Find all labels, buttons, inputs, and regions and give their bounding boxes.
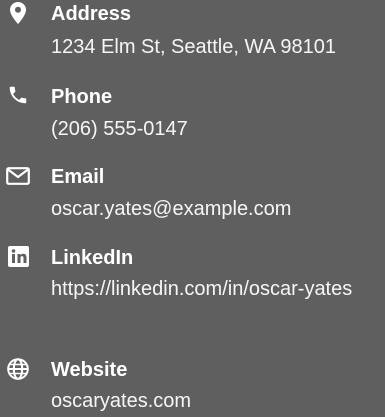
address-title: Address [51, 3, 132, 25]
linkedin-value[interactable]: https://linkedin.com/in/oscar-yates [51, 274, 371, 305]
linkedin-icon [5, 243, 31, 269]
contact-list: Address 1234 Elm St, Seattle, WA 98101 P… [0, 0, 385, 417]
email-title: Email [51, 166, 105, 188]
address-value: 1234 Elm St, Seattle, WA 98101 [51, 36, 336, 58]
website-title: Website [51, 359, 128, 381]
phone-icon [5, 82, 31, 108]
phone-value: (206) 555-0147 [51, 118, 188, 140]
email-value[interactable]: oscar.yates@example.com [51, 194, 381, 225]
phone-title: Phone [51, 86, 113, 108]
website-value[interactable]: oscaryates.com [51, 386, 381, 417]
envelope-icon [5, 163, 31, 189]
map-marker-icon [5, 0, 31, 26]
linkedin-title: LinkedIn [51, 247, 134, 269]
globe-icon [5, 356, 31, 382]
